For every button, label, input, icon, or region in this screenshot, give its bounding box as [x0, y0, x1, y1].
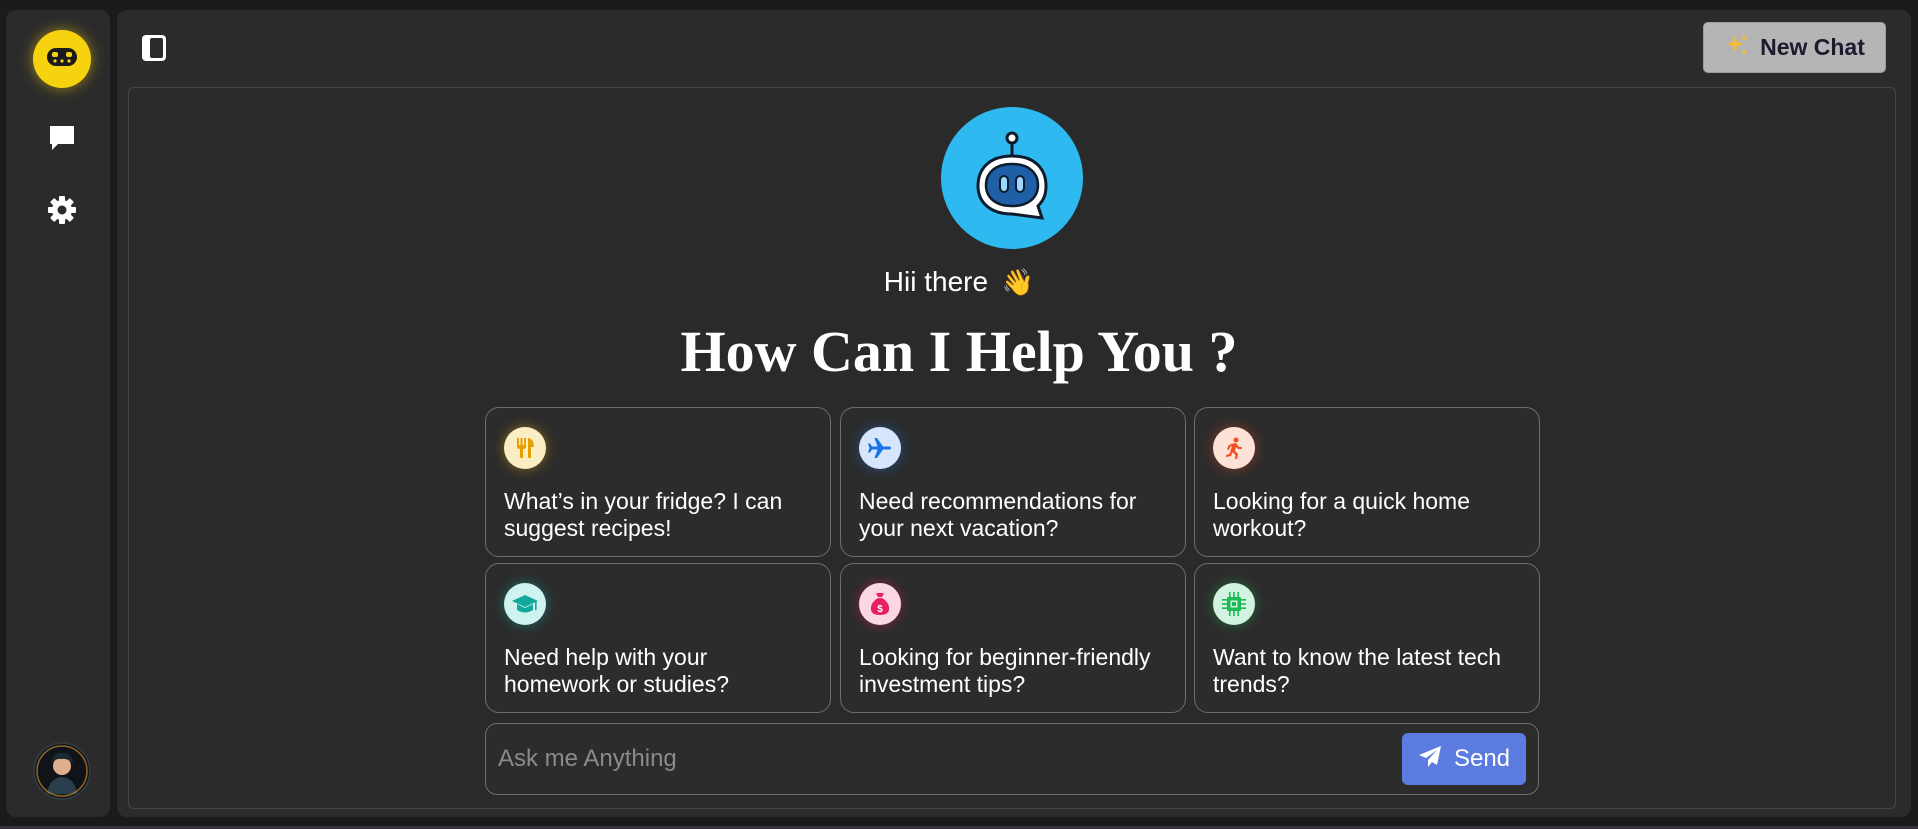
message-input[interactable]	[498, 736, 1338, 782]
send-label: Send	[1453, 745, 1511, 772]
greeting: Hii there 👋	[0, 266, 1918, 298]
sidebar-toggle-icon[interactable]	[140, 34, 168, 62]
chip-icon	[1213, 583, 1255, 625]
bot-avatar-icon	[941, 107, 1083, 249]
paper-plane-icon	[1418, 745, 1442, 774]
suggestion-card-recipes[interactable]: What’s in your fridge? I can suggest rec…	[485, 407, 831, 557]
suggestion-card-vacation[interactable]: Need recommendations for your next vacat…	[840, 407, 1186, 557]
greeting-text: Hii there	[883, 266, 989, 297]
suggestion-card-workout[interactable]: Looking for a quick home workout?	[1194, 407, 1540, 557]
suggestion-text: Need recommendations for your next vacat…	[859, 488, 1137, 541]
message-input-bar: Send	[485, 723, 1539, 795]
running-icon	[1213, 427, 1255, 469]
app-frame: New Chat Hii there 👋 How Can I Help You …	[0, 0, 1918, 829]
graduation-cap-icon	[504, 583, 546, 625]
fork-knife-icon	[504, 427, 546, 469]
sidebar	[6, 10, 110, 817]
new-chat-button[interactable]: New Chat	[1703, 22, 1886, 73]
svg-text:$: $	[877, 604, 883, 615]
suggestion-card-investment[interactable]: $ Looking for beginner-friendly investme…	[840, 563, 1186, 713]
sparkles-icon	[1724, 32, 1750, 63]
suggestion-text: Want to know the latest tech trends?	[1213, 644, 1502, 697]
chat-icon[interactable]	[46, 122, 78, 154]
suggestion-text: Need help with your homework or studies?	[504, 644, 729, 697]
chat-bot-logo-icon[interactable]	[33, 30, 91, 88]
new-chat-label: New Chat	[1760, 34, 1865, 60]
suggestion-text: Looking for beginner-friendly investment…	[859, 644, 1151, 697]
send-button[interactable]: Send	[1402, 733, 1526, 785]
suggestion-text: Looking for a quick home workout?	[1213, 488, 1470, 541]
money-bag-icon: $	[859, 583, 901, 625]
avatar[interactable]	[33, 742, 91, 800]
suggestion-card-tech[interactable]: Want to know the latest tech trends?	[1194, 563, 1540, 713]
suggestion-card-homework[interactable]: Need help with your homework or studies?	[485, 563, 831, 713]
wave-emoji: 👋	[1001, 267, 1035, 297]
suggestion-text: What’s in your fridge? I can suggest rec…	[504, 488, 783, 541]
page-title: How Can I Help You ?	[680, 319, 1238, 384]
gear-icon[interactable]	[46, 194, 78, 226]
airplane-icon	[859, 427, 901, 469]
